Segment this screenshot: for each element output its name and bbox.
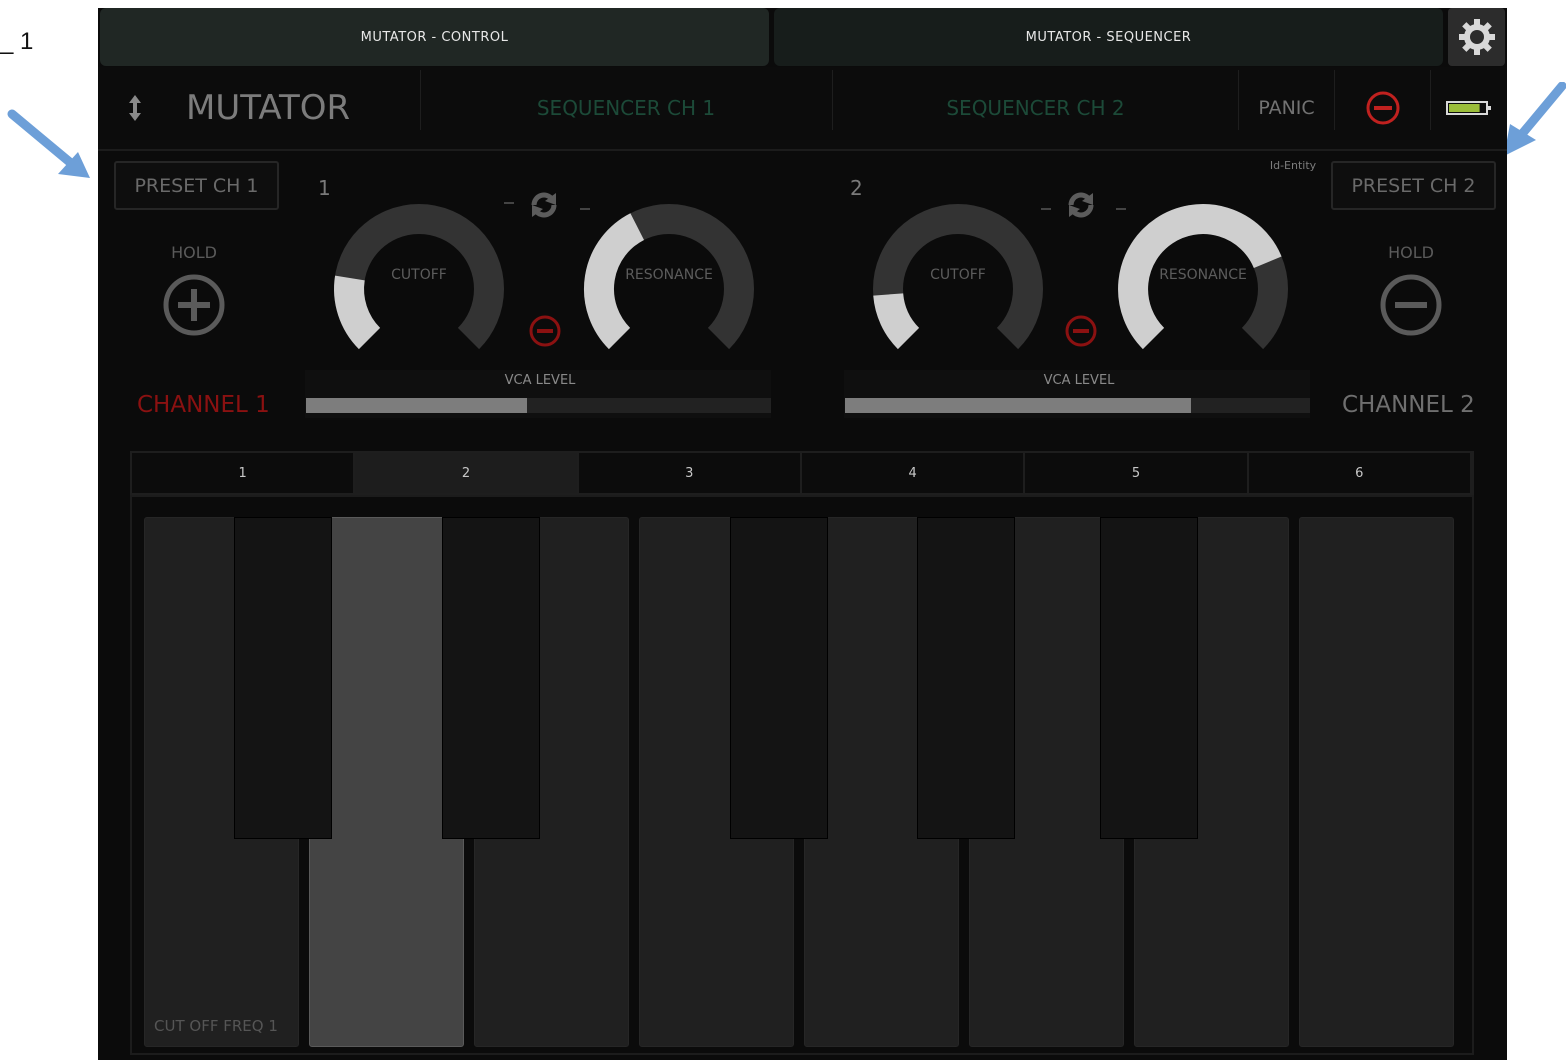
remove-ch2-button[interactable] [1064, 314, 1098, 352]
vca-level-ch1-label: VCA LEVEL [504, 373, 576, 388]
channel2-label: CHANNEL 2 [1342, 392, 1475, 418]
minus-circle-icon [1065, 315, 1097, 347]
cutoff-ch2-label: CUTOFF [930, 267, 986, 283]
white-key[interactable] [309, 517, 464, 1047]
keyboard-tab-5[interactable]: 5 [1025, 453, 1249, 493]
settings-button[interactable] [1448, 8, 1505, 66]
resonance-ch1-label: RESONANCE [625, 267, 713, 283]
keyboard-tab-6[interactable]: 6 [1249, 453, 1472, 493]
remove-ch1-button[interactable] [528, 314, 562, 352]
cutoff-ch1-label: CUTOFF [391, 267, 447, 283]
vca-level-ch1-fill [306, 398, 527, 413]
sort-button[interactable] [120, 67, 150, 149]
resonance-ch2-knob[interactable] [1108, 194, 1298, 384]
sequencer-ch2-button[interactable]: SEQUENCER CH 2 [833, 67, 1238, 149]
up-down-arrow-icon [129, 95, 141, 121]
cutoff-ch1-knob[interactable] [324, 194, 514, 384]
black-key[interactable] [730, 517, 828, 839]
black-key[interactable] [442, 517, 540, 839]
annotation-arrow-left-icon [7, 109, 90, 178]
hold-ch2-label: HOLD [1388, 243, 1434, 262]
vca-level-ch2-fill [845, 398, 1192, 413]
hold-ch1-button[interactable] [162, 273, 226, 341]
hold-ch1-label: HOLD [171, 243, 217, 262]
minus-circle-icon [529, 315, 561, 347]
keyboard-tab-2[interactable]: 2 [355, 453, 579, 493]
credit-label: Id-Entity [1269, 159, 1317, 172]
white-key[interactable] [1299, 517, 1454, 1047]
sequencer-ch1-button[interactable]: SEQUENCER CH 1 [421, 67, 831, 149]
battery-indicator [1431, 67, 1507, 149]
battery-icon [1446, 101, 1491, 115]
app-title: MUTATOR [186, 88, 351, 128]
first-key-label: CUT OFF FREQ 1 [154, 1017, 278, 1035]
annotation-label: _ 1 [0, 28, 34, 55]
knob-value-arc [873, 292, 920, 350]
mutator-app: MUTATOR - CONTROL MUTATOR - SEQUENCER MU… [98, 8, 1507, 1060]
link-ch2-button[interactable] [1065, 189, 1097, 225]
refresh-icon [1068, 192, 1094, 218]
preset-ch1-button[interactable]: PRESET CH 1 [114, 161, 279, 210]
keyboard-tab-1[interactable]: 1 [132, 453, 356, 493]
tab-mutator-sequencer[interactable]: MUTATOR - SEQUENCER [774, 8, 1443, 66]
vca-level-ch2-slider[interactable] [845, 398, 1310, 413]
hold-ch2-button[interactable] [1379, 273, 1443, 341]
black-key[interactable] [917, 517, 1015, 839]
keyboard-tab-4[interactable]: 4 [802, 453, 1026, 493]
channel1-label: CHANNEL 1 [137, 392, 270, 418]
panic-button[interactable]: PANIC [1239, 67, 1334, 149]
cutoff-ch2-knob[interactable] [863, 194, 1053, 384]
channel2-number: 2 [850, 176, 863, 200]
keyboard-tab-bar: 123456 [130, 451, 1474, 495]
resonance-ch2-label: RESONANCE [1159, 267, 1247, 283]
minus-circle-icon [1380, 274, 1442, 336]
black-key[interactable] [234, 517, 332, 839]
annotation-arrow-right-icon [1504, 82, 1566, 156]
gear-icon [1458, 19, 1495, 55]
vca-level-ch1-slider[interactable] [306, 398, 771, 413]
black-key[interactable] [1100, 517, 1198, 839]
plus-circle-icon [163, 274, 225, 336]
remove-button[interactable] [1335, 67, 1430, 149]
refresh-icon [531, 192, 557, 218]
keyboard: CUT OFF FREQ 1 [130, 495, 1474, 1055]
link-ch1-button[interactable] [528, 189, 560, 225]
knob-value-arc [334, 275, 381, 350]
minus-circle-icon [1366, 91, 1399, 125]
tab-mutator-control[interactable]: MUTATOR - CONTROL [100, 8, 769, 66]
vca-level-ch2-label: VCA LEVEL [1043, 373, 1115, 388]
preset-ch2-button[interactable]: PRESET CH 2 [1331, 161, 1496, 210]
resonance-ch1-knob[interactable] [574, 194, 764, 384]
keyboard-tab-3[interactable]: 3 [579, 453, 802, 493]
